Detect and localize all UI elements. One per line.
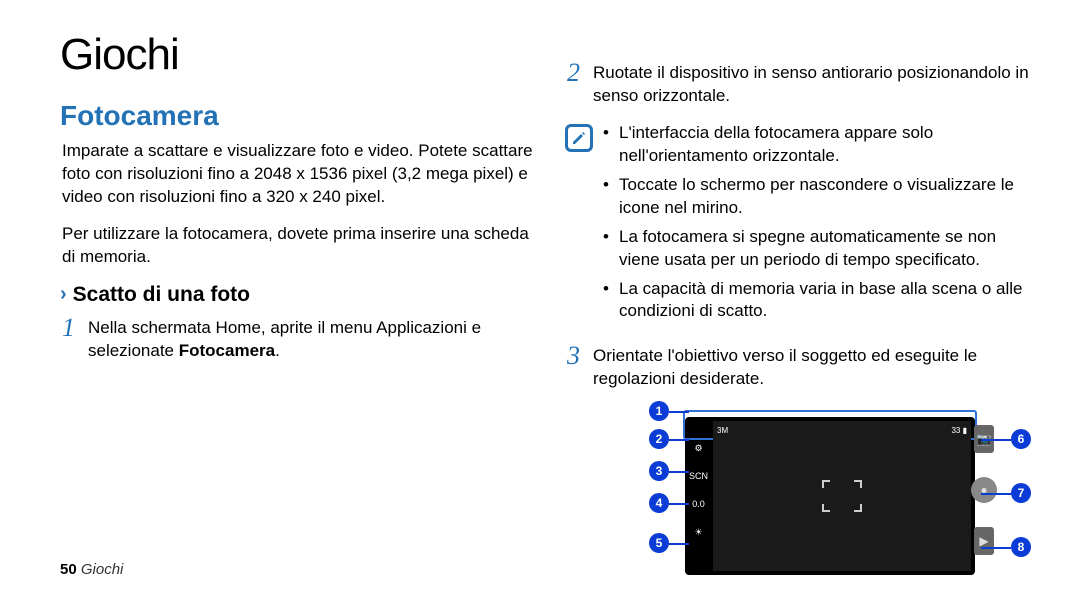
callout-5: 5 bbox=[649, 533, 669, 553]
step-2: 2 Ruotate il dispositivo in senso antior… bbox=[565, 60, 1040, 108]
step-number-2: 2 bbox=[567, 60, 585, 86]
step-number-3: 3 bbox=[567, 343, 585, 369]
camera-scn-label: SCN bbox=[689, 467, 708, 485]
camera-status-left: 3M bbox=[717, 426, 728, 435]
camera-status-right: 33 ▮ bbox=[951, 426, 967, 435]
focus-brackets bbox=[822, 480, 862, 512]
note-bullet-4: •La capacità di memoria varia in base al… bbox=[603, 278, 1040, 324]
footer-page-number: 50 bbox=[60, 561, 77, 578]
camera-illustration: 1 2 3 4 5 6 7 8 ⚙ SCN 0.0 bbox=[655, 405, 1055, 590]
note-bullet-3: •La fotocamera si spegne automaticamente… bbox=[603, 226, 1040, 272]
callout-2: 2 bbox=[649, 429, 669, 449]
camera-viewfinder: 3M 33 ▮ bbox=[713, 421, 971, 571]
note-icon bbox=[565, 124, 593, 152]
camera-brightness-icon: ☀ bbox=[694, 523, 702, 541]
subheading-scatto: Scatto di una foto bbox=[73, 283, 250, 307]
intro-paragraph-2: Per utilizzare la fotocamera, dovete pri… bbox=[60, 223, 535, 269]
page-title: Giochi bbox=[60, 30, 535, 80]
step-2-text: Ruotate il dispositivo in senso antiorar… bbox=[593, 60, 1040, 108]
step-3-text: Orientate l'obiettivo verso il soggetto … bbox=[593, 343, 1040, 391]
camera-right-buttons: 📷 ● ▶ bbox=[971, 425, 997, 555]
camera-body: ⚙ SCN 0.0 ☀ 3M 33 ▮ 📷 ● bbox=[685, 417, 975, 575]
callout-7: 7 bbox=[1011, 483, 1031, 503]
note-bullet-2: •Toccate lo schermo per nascondere o vis… bbox=[603, 174, 1040, 220]
step-3: 3 Orientate l'obiettivo verso il soggett… bbox=[565, 343, 1040, 391]
callout-6: 6 bbox=[1011, 429, 1031, 449]
step-1-text: Nella schermata Home, aprite il menu App… bbox=[88, 315, 535, 363]
camera-left-icons: ⚙ SCN 0.0 ☀ bbox=[689, 439, 708, 541]
note-bullet-1: •L'interfaccia della fotocamera appare s… bbox=[603, 122, 1040, 168]
step-number-1: 1 bbox=[62, 315, 80, 341]
footer-label: Giochi bbox=[81, 561, 124, 578]
callout-1: 1 bbox=[649, 401, 669, 421]
step-1: 1 Nella schermata Home, aprite il menu A… bbox=[60, 315, 535, 363]
section-heading-fotocamera: Fotocamera bbox=[60, 100, 535, 132]
callout-3: 3 bbox=[649, 461, 669, 481]
page-footer: 50 Giochi bbox=[60, 561, 123, 578]
intro-paragraph-1: Imparate a scattare e visualizzare foto … bbox=[60, 140, 535, 209]
note-box: •L'interfaccia della fotocamera appare s… bbox=[565, 122, 1040, 330]
chevron-icon: › bbox=[60, 283, 67, 306]
camera-ev-label: 0.0 bbox=[692, 495, 705, 513]
subheading-row: › Scatto di una foto bbox=[60, 283, 535, 307]
camera-gallery-icon: ▶ bbox=[974, 527, 994, 555]
callout-4: 4 bbox=[649, 493, 669, 513]
callout-8: 8 bbox=[1011, 537, 1031, 557]
camera-gear-icon: ⚙ bbox=[694, 439, 702, 457]
camera-shutter-icon: ● bbox=[971, 477, 997, 503]
